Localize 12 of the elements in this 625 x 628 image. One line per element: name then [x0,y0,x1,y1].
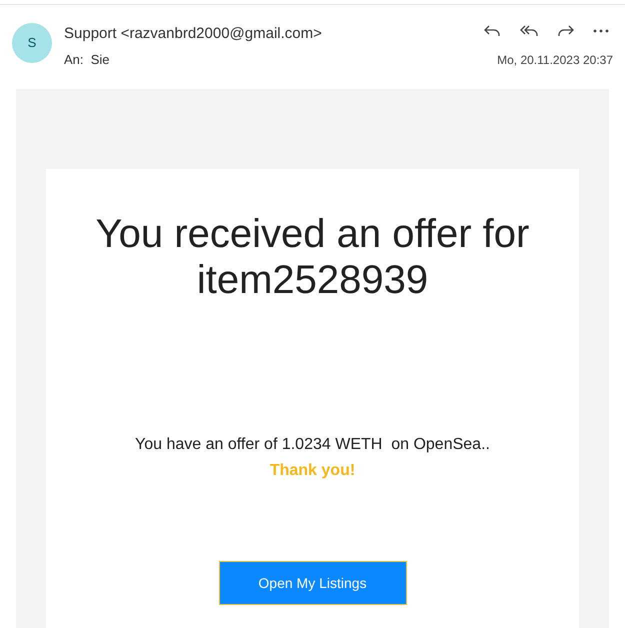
date-text: Mo, 20.11.2023 20:37 [497,52,613,69]
offer-message: You have an offer of 1.0234 WETH on OpenSea.. [135,435,490,455]
thanks-text: Thank you! [270,461,356,481]
forward-icon[interactable] [557,23,575,39]
reply-all-icon[interactable] [519,23,539,39]
sender-name: Support <razvanbrd2000@gmail.com> [64,24,323,44]
more-icon[interactable] [593,29,609,33]
open-listings-button[interactable]: Open My Listings [218,561,406,605]
recipient-line: An: Sie [64,50,111,68]
reply-icon[interactable] [483,23,501,39]
email-heading: You received an offer for item2528939 [94,211,530,303]
avatar: S [12,23,52,63]
